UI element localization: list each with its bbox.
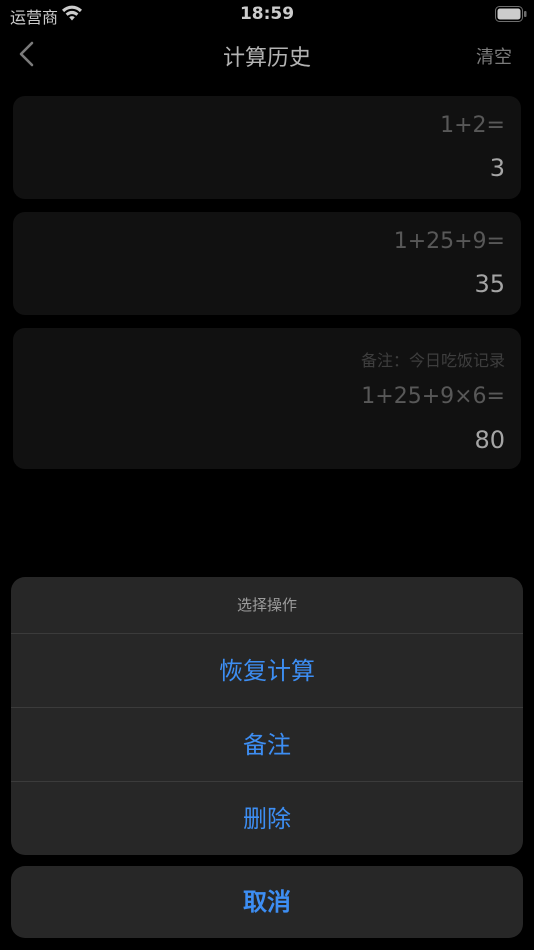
note-button[interactable]: 备注 (11, 707, 523, 781)
cancel-button[interactable]: 取消 (11, 866, 523, 938)
action-sheet: 选择操作 恢复计算 备注 删除 (11, 577, 523, 855)
delete-button[interactable]: 删除 (11, 781, 523, 855)
action-sheet-title: 选择操作 (236, 596, 297, 614)
restore-calculation-button[interactable]: 恢复计算 (11, 633, 523, 707)
